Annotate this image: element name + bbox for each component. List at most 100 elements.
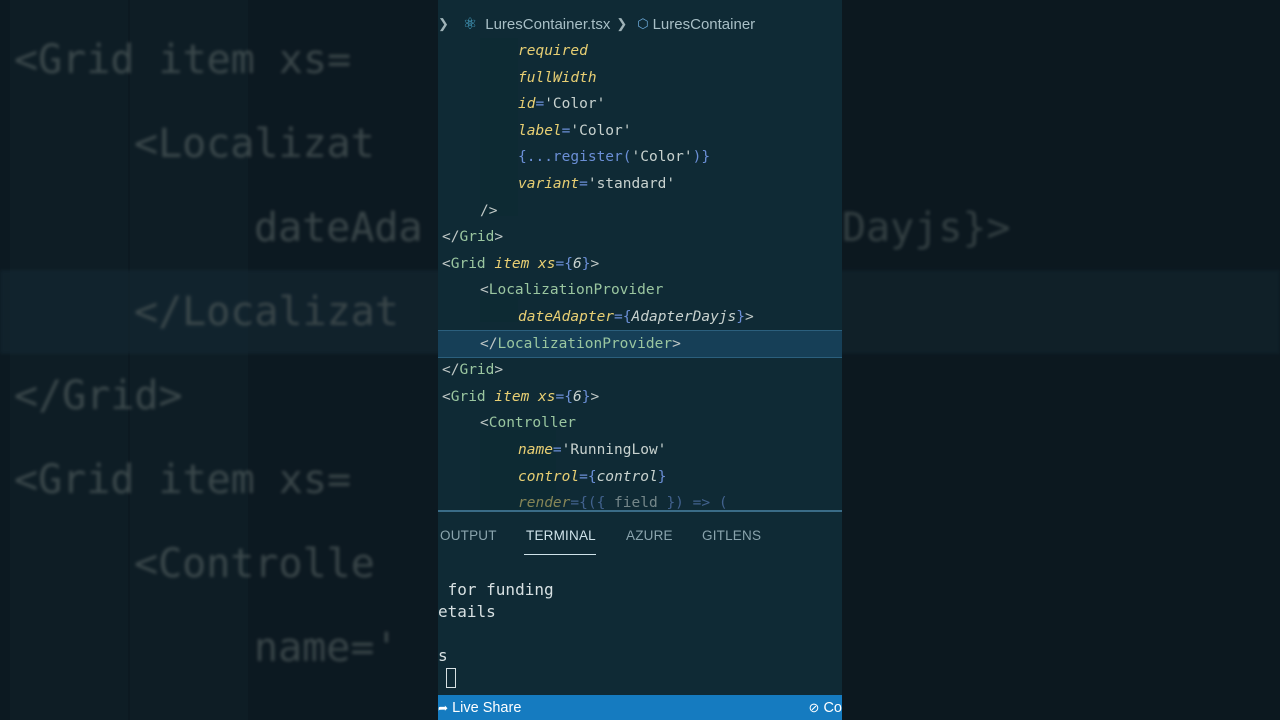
breadcrumb: ❯ ⚛ LuresContainer.tsx ❯ ⬡ LuresContaine… bbox=[438, 12, 842, 36]
terminal[interactable]: for funding etails s bbox=[438, 578, 842, 694]
code-token: </ bbox=[442, 229, 460, 246]
code-line[interactable]: /> bbox=[438, 198, 842, 225]
code-token: 'Color' bbox=[631, 149, 693, 166]
code-token: </ bbox=[480, 335, 498, 352]
code-token: Grid bbox=[459, 362, 495, 379]
code-token: {({ bbox=[579, 495, 615, 510]
chevron-right-icon: ❯ bbox=[616, 16, 628, 31]
editor-column: ❯ ⚛ LuresContainer.tsx ❯ ⬡ LuresContaine… bbox=[438, 0, 842, 720]
code-line[interactable]: <Controller bbox=[438, 410, 842, 437]
symbol-icon: ⬡ bbox=[637, 16, 649, 31]
live-share-icon: ➦ bbox=[438, 701, 449, 715]
code-line[interactable]: id='Color' bbox=[438, 91, 842, 118]
code-token: < bbox=[480, 282, 489, 299]
code-token: = bbox=[535, 96, 545, 113]
code-line[interactable]: dateAdapter={AdapterDayjs}> bbox=[438, 304, 842, 331]
code-line[interactable]: <LocalizationProvider bbox=[438, 277, 842, 304]
code-token: < bbox=[480, 415, 489, 432]
code-token: > bbox=[590, 388, 600, 405]
code-line[interactable]: </Grid> bbox=[438, 357, 842, 384]
code-token: = bbox=[555, 255, 565, 272]
panel-tabs: OUTPUT TERMINAL AZURE GITLENS bbox=[438, 520, 842, 555]
code-token: name bbox=[518, 442, 553, 458]
code-token: {...register( bbox=[518, 149, 632, 166]
code-line[interactable]: </Grid> bbox=[438, 224, 842, 251]
code-token: control bbox=[518, 468, 580, 485]
code-token: { bbox=[587, 468, 597, 485]
code-token: control bbox=[596, 468, 658, 485]
code-token: Grid bbox=[450, 255, 495, 272]
background-shade bbox=[0, 0, 438, 720]
code-token: 'Color' bbox=[570, 122, 632, 139]
react-icon: ⚛ bbox=[462, 16, 478, 33]
code-token: 'RunningLow' bbox=[561, 442, 667, 458]
code-token: > bbox=[494, 229, 504, 246]
chevron-right-icon[interactable]: ❯ bbox=[438, 16, 449, 32]
code-token: = bbox=[614, 309, 623, 325]
code-line[interactable]: name='RunningLow' bbox=[438, 437, 842, 464]
code-token: > bbox=[590, 255, 600, 272]
code-token: render bbox=[518, 495, 571, 510]
code-token: required bbox=[518, 43, 588, 59]
tab-terminal[interactable]: TERMINAL bbox=[526, 528, 596, 543]
code-token: = bbox=[579, 176, 588, 192]
status-item-right[interactable]: ⊘ Co bbox=[809, 700, 842, 716]
code-line-current[interactable]: </LocalizationProvider> bbox=[438, 329, 842, 359]
code-token: < bbox=[442, 255, 451, 272]
code-line[interactable]: <Grid item xs={6}> bbox=[438, 251, 842, 278]
code-token: } bbox=[736, 309, 745, 325]
code-token: Controller bbox=[488, 415, 577, 432]
code-token: { bbox=[564, 388, 573, 405]
code-token: /> bbox=[480, 202, 498, 219]
code-line[interactable]: <Grid item xs={6}> bbox=[438, 384, 842, 411]
code-token: </ bbox=[442, 362, 460, 379]
code-token: }) => ( bbox=[666, 495, 728, 510]
code-token: dateAdapter bbox=[518, 309, 615, 325]
code-line[interactable]: fullWidth bbox=[438, 65, 842, 92]
code-token: > bbox=[494, 362, 504, 379]
code-token: Grid bbox=[459, 229, 495, 246]
eye-closed-icon: ⊘ bbox=[808, 700, 820, 715]
code-line[interactable]: variant='standard' bbox=[438, 171, 842, 198]
code-token: label bbox=[518, 122, 562, 139]
code-token: = bbox=[570, 495, 580, 510]
code-token: = bbox=[579, 468, 588, 485]
code-token: { bbox=[564, 255, 573, 272]
panel-divider[interactable] bbox=[438, 510, 842, 512]
tab-output[interactable]: OUTPUT bbox=[440, 528, 497, 543]
code-token: 6 bbox=[572, 388, 582, 405]
code-line[interactable]: render={({ field }) => ( bbox=[438, 490, 842, 510]
status-bar: ➦ Live Share ⊘ Co bbox=[438, 695, 842, 720]
breadcrumb-file[interactable]: LuresContainer.tsx bbox=[485, 16, 610, 33]
code-line[interactable]: {...register('Color')} bbox=[438, 144, 842, 171]
code-token: Grid bbox=[450, 388, 495, 405]
code-token: > bbox=[745, 309, 754, 325]
code-editor[interactable]: required fullWidth id='Color' label='Color'… bbox=[438, 38, 842, 510]
code-token: < bbox=[442, 388, 451, 405]
terminal-cursor bbox=[446, 668, 456, 688]
terminal-line: etails bbox=[438, 602, 496, 621]
breadcrumb-symbol[interactable]: LuresContainer bbox=[653, 16, 756, 33]
code-line[interactable]: required bbox=[438, 38, 842, 65]
background-shade bbox=[840, 0, 1280, 720]
code-token: LocalizationProvider bbox=[488, 282, 664, 299]
code-line[interactable]: control={control} bbox=[438, 464, 842, 491]
live-share-label: Live Share bbox=[452, 700, 522, 716]
live-share-button[interactable]: ➦ Live Share bbox=[438, 700, 521, 716]
code-token: LocalizationProvider bbox=[497, 335, 673, 352]
terminal-line: s bbox=[438, 646, 448, 665]
tab-gitlens[interactable]: GITLENS bbox=[702, 528, 761, 543]
code-token: variant bbox=[518, 176, 580, 192]
code-line[interactable]: label='Color' bbox=[438, 118, 842, 145]
code-token: = bbox=[555, 388, 565, 405]
active-tab-indicator bbox=[524, 554, 596, 555]
code-token: field bbox=[614, 495, 667, 510]
code-token: id bbox=[518, 96, 536, 113]
code-token: > bbox=[672, 335, 681, 352]
terminal-line: for funding bbox=[438, 580, 554, 599]
code-token: fullWidth bbox=[518, 69, 597, 86]
tab-azure[interactable]: AZURE bbox=[626, 528, 673, 543]
code-token: = bbox=[552, 442, 562, 458]
code-token: 'standard' bbox=[587, 176, 676, 192]
code-token: item xs bbox=[494, 388, 556, 405]
